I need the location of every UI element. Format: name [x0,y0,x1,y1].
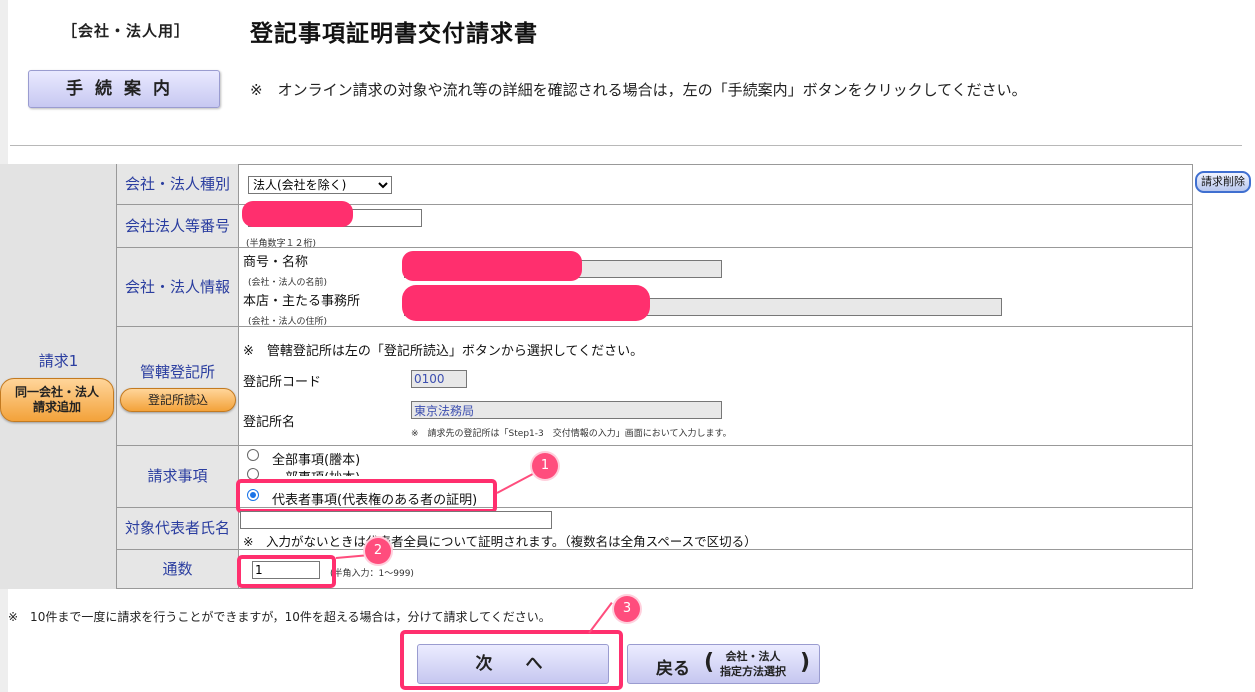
procedure-guide-button[interactable]: 手続案内 [28,70,220,108]
corp-address-label: 本店・主たる事務所 [243,294,361,309]
delete-request-button[interactable]: 請求削除 [1195,171,1251,193]
label-corp-info: 会社・法人情報 [117,248,239,327]
request-side-column [0,164,117,589]
office-code-label: 登記所コード [243,375,322,390]
representative-name-input[interactable] [240,511,552,529]
office-read-button[interactable]: 登記所読込 [120,388,236,412]
office-note: ※ 管轄登記所は左の「登記所読込」ボタンから選択してください。 [243,344,644,359]
connector-3 [588,602,613,634]
representative-note: ※ 入力がないときは代表者全員について証明されます。（複数名は全角スペースで区切… [243,534,757,549]
label-copies: 通数 [117,550,239,589]
label-representative: 対象代表者氏名 [117,508,239,550]
row-divider [239,445,1192,446]
request-number-label: 請求1 [38,352,79,370]
office-name-input[interactable] [411,401,722,419]
label-kind: 会社・法人種別 [117,164,239,205]
badge-1: 1 [532,453,558,479]
guide-note: ※ オンライン請求の対象や流れ等の詳細を確認される場合は，左の「手続案内」ボタン… [250,81,1027,99]
next-button[interactable]: 次 へ [417,644,609,684]
back-sub-label: 会社・法人 指定方法選択 [720,649,786,679]
highlight-box-1 [236,479,497,513]
office-name-label: 登記所名 [243,415,296,430]
redaction-mark [402,285,650,321]
corp-number-hint: (半角数字１２桁) [246,239,317,249]
back-paren-close: ) [800,650,811,675]
badge-3: 3 [614,596,640,622]
office-code-input[interactable] [411,370,467,388]
page-title: 登記事項証明書交付請求書 [250,21,538,47]
label-items: 請求事項 [117,446,239,508]
request-limit-note: ※ 10件まで一度に請求を行うことができますが，10件を超える場合は，分けて請求… [8,610,551,624]
row-divider [239,204,1192,205]
label-office-cell: 管轄登記所 [117,327,239,446]
header-divider [10,145,1242,146]
back-label: 戻る [656,659,690,679]
option-full-items: 全部事項(謄本) [272,453,361,468]
corp-address-hint: (会社・法人の住所) [248,317,328,327]
delete-column [1192,164,1255,589]
office-name-note: ※ 請求先の登記所は「Step1-3 交付情報の入力」画面において入力します。 [411,429,732,439]
back-sub-line1: 会社・法人 [725,650,781,663]
label-office: 管轄登記所 [139,363,215,381]
redaction-mark [242,201,353,227]
back-paren-open: ( [704,650,715,675]
badge-2: 2 [365,538,391,564]
row-divider [239,247,1192,248]
row-divider [239,326,1192,327]
option-partial-items: 一部事項(抄本) [272,467,360,476]
back-button[interactable]: 戻る ( 会社・法人 指定方法選択 ) [627,644,820,684]
radio-full-items[interactable] [247,449,259,461]
label-corp-number: 会社法人等番号 [117,205,239,248]
corp-use-tag: ［会社・法人用］ [62,22,191,40]
corp-name-label: 商号・名称 [243,255,309,270]
highlight-box-2 [237,555,336,588]
corp-name-hint: (会社・法人の名前) [248,278,328,288]
redaction-mark [402,251,582,281]
back-sub-line2: 指定方法選択 [720,665,786,678]
add-same-corp-request-button[interactable]: 同一会社・法人 請求追加 [0,378,114,422]
add-request-label: 同一会社・法人 請求追加 [14,385,99,414]
corp-kind-select[interactable]: 法人(会社を除く) [248,176,392,194]
copies-hint: (半角入力：1〜999) [330,569,414,579]
